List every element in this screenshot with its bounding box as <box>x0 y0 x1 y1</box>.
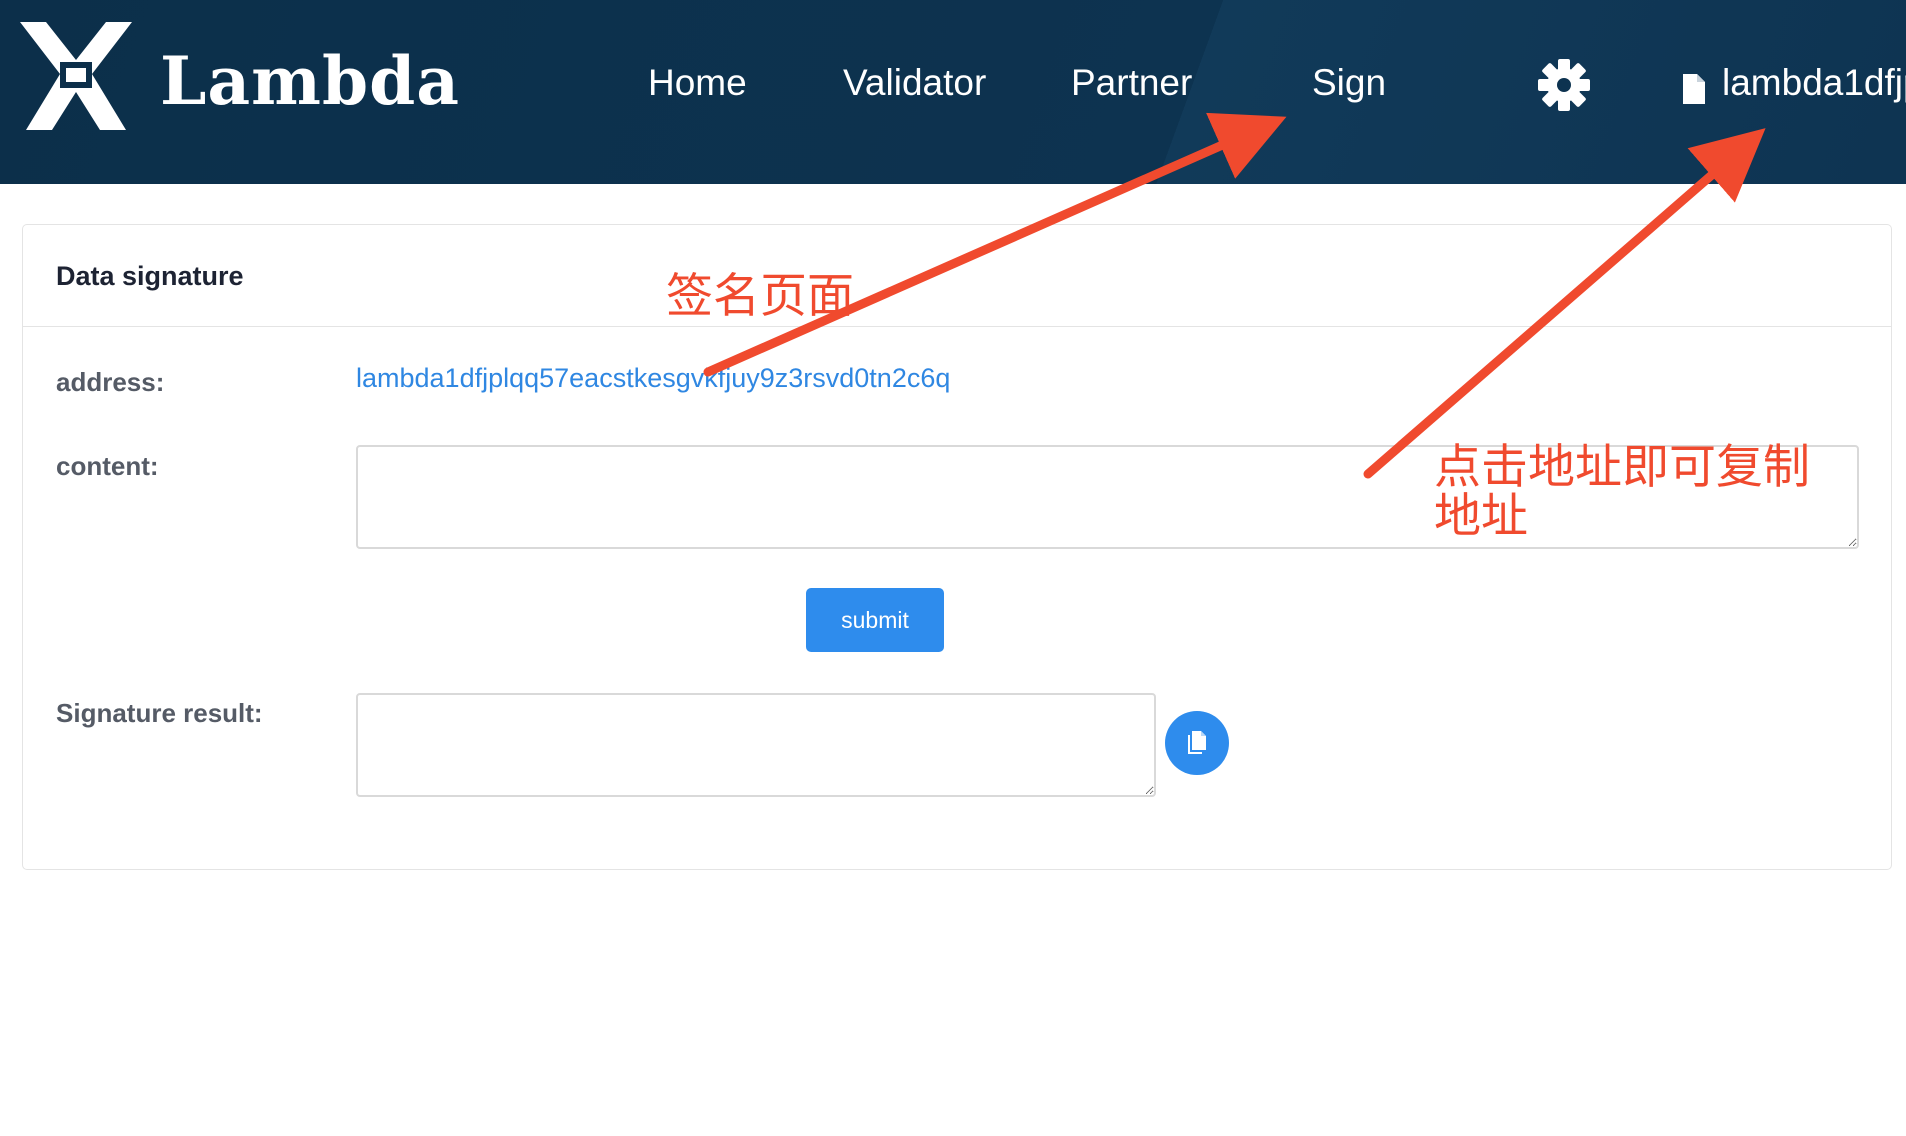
brand-name[interactable]: Lambda <box>160 42 460 120</box>
signature-result-label: Signature result: <box>56 698 263 728</box>
copy-address-note-line2: 地址 <box>1434 489 1528 544</box>
address-label: address: <box>56 367 165 397</box>
card-title: Data signature <box>56 261 244 291</box>
document-icon <box>1683 74 1705 104</box>
address-link[interactable]: lambda1dfjplqq57eacstkesgvkfjuy9z3rsvd0t… <box>356 363 950 394</box>
sign-page-note: 签名页面 <box>666 269 854 324</box>
lambda-logo-icon[interactable] <box>20 22 132 130</box>
copy-icon <box>1188 731 1206 754</box>
gear-icon[interactable] <box>1536 57 1592 113</box>
content-label: content: <box>56 451 159 481</box>
card-header <box>23 225 1891 327</box>
signature-result-textarea[interactable] <box>356 693 1156 797</box>
nav-home[interactable]: Home <box>648 62 747 104</box>
top-navbar: Lambda Home Validator Partner Sign lambd… <box>0 0 1906 184</box>
submit-button[interactable]: submit <box>806 588 944 652</box>
data-signature-card: Data signature address: lambda1dfjplqq57… <box>22 224 1892 870</box>
nav-validator[interactable]: Validator <box>843 62 986 104</box>
account-address[interactable]: lambda1dfjplqq57eacstkesgvkfjuy9z3rsvd0t… <box>1722 62 1906 104</box>
nav-sign[interactable]: Sign <box>1312 62 1386 104</box>
account-address-copy[interactable]: lambda1dfjplqq57eacstkesgvkfjuy9z3rsvd0t… <box>1677 62 1906 112</box>
nav-partner[interactable]: Partner <box>1071 62 1192 104</box>
copy-result-button[interactable] <box>1165 711 1229 775</box>
copy-address-note-line1: 点击地址即可复制 <box>1434 440 1810 495</box>
